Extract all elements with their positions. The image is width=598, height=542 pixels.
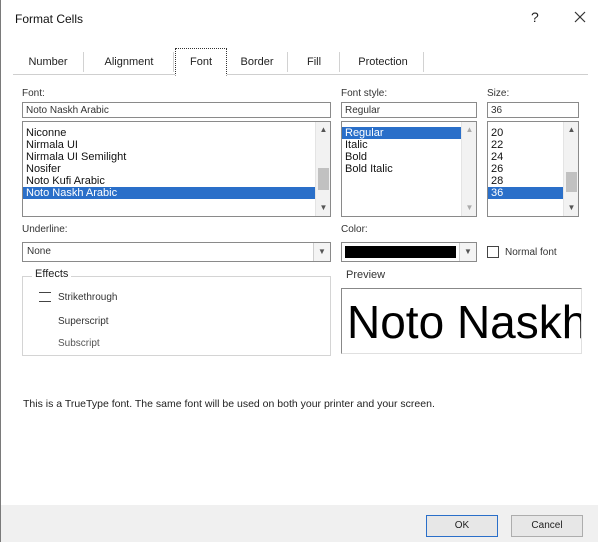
size-option-36[interactable]: 36 [488, 187, 563, 199]
font-option-noto-naskh-arabic[interactable]: Noto Naskh Arabic [23, 187, 315, 199]
font-list-scrollbar[interactable]: ▲ ▼ [315, 122, 330, 216]
underline-label: Underline: [22, 224, 68, 235]
close-button[interactable] [569, 6, 591, 28]
preview-sample-text: Noto Naskh Arabic [347, 296, 582, 348]
color-dropdown[interactable]: ▼ [341, 242, 477, 262]
normal-font-checkbox[interactable] [487, 246, 499, 258]
tab-alignment[interactable]: Alignment [85, 52, 174, 72]
scroll-up-icon[interactable]: ▲ [465, 126, 474, 134]
tab-fill[interactable]: Fill [289, 52, 340, 72]
preview-box: Noto Naskh Arabic [341, 288, 582, 354]
cancel-button[interactable]: Cancel [511, 515, 583, 537]
font-style-label: Font style: [341, 88, 388, 99]
superscript-label[interactable]: Superscript [58, 316, 109, 327]
underline-dropdown[interactable]: None ▼ [22, 242, 331, 262]
tab-protection[interactable]: Protection [343, 52, 424, 72]
preview-label: Preview [346, 269, 386, 281]
truetype-info-text: This is a TrueType font. The same font w… [23, 398, 435, 410]
font-style-option-regular[interactable]: Regular [342, 127, 461, 139]
strikethrough-label[interactable]: Strikethrough [58, 292, 117, 303]
close-icon [574, 11, 586, 23]
font-style-option-italic[interactable]: Italic [342, 139, 476, 151]
font-style-option-bold[interactable]: Bold [342, 151, 476, 163]
scroll-down-icon[interactable]: ▼ [465, 204, 474, 212]
font-style-option-bold-italic[interactable]: Bold Italic [342, 163, 476, 175]
format-cells-dialog: Format Cells ? Number Alignment Font Bor… [0, 0, 598, 542]
font-input[interactable] [22, 102, 331, 118]
ok-button[interactable]: OK [426, 515, 498, 537]
size-input[interactable] [487, 102, 579, 118]
help-button[interactable]: ? [531, 9, 539, 25]
tab-border[interactable]: Border [227, 52, 288, 72]
title-bar: Format Cells ? [1, 0, 598, 38]
size-listbox[interactable]: 20 22 24 26 28 36 ▲ ▼ [487, 121, 579, 217]
font-style-listbox[interactable]: Regular Italic Bold Bold Italic ▲ ▼ [341, 121, 477, 217]
font-option-niconne[interactable]: Niconne [23, 127, 330, 139]
effects-title: Effects [32, 268, 72, 280]
tab-font[interactable]: Font [175, 48, 227, 76]
dialog-footer: OK Cancel [1, 505, 598, 542]
scroll-thumb[interactable] [318, 168, 329, 190]
normal-font-label[interactable]: Normal font [505, 247, 557, 258]
tab-number[interactable]: Number [13, 52, 84, 72]
size-list-scrollbar[interactable]: ▲ ▼ [563, 122, 578, 216]
color-swatch [345, 246, 456, 258]
font-label: Font: [22, 88, 45, 99]
scroll-up-icon[interactable]: ▲ [319, 126, 328, 134]
strikethrough-checkbox[interactable] [39, 292, 51, 302]
font-listbox[interactable]: Niconne Nirmala UI Nirmala UI Semilight … [22, 121, 331, 217]
font-style-scrollbar[interactable]: ▲ ▼ [461, 122, 476, 216]
dialog-title: Format Cells [15, 12, 84, 26]
subscript-label[interactable]: Subscript [58, 338, 100, 349]
font-option-nirmala-ui[interactable]: Nirmala UI [23, 139, 330, 151]
scroll-down-icon[interactable]: ▼ [319, 204, 328, 212]
color-label: Color: [341, 224, 368, 235]
font-style-input[interactable] [341, 102, 477, 118]
tab-bar: Number Alignment Font Border Fill Protec… [13, 48, 588, 76]
font-option-noto-kufi-arabic[interactable]: Noto Kufi Arabic [23, 175, 330, 187]
scroll-down-icon[interactable]: ▼ [567, 204, 576, 212]
chevron-down-icon[interactable]: ▼ [313, 243, 330, 261]
font-option-nosifer[interactable]: Nosifer [23, 163, 330, 175]
size-label: Size: [487, 88, 510, 99]
chevron-down-icon[interactable]: ▼ [459, 243, 476, 261]
underline-value: None [27, 246, 51, 257]
scroll-thumb[interactable] [566, 172, 577, 192]
font-option-nirmala-ui-semilight[interactable]: Nirmala UI Semilight [23, 151, 330, 163]
scroll-up-icon[interactable]: ▲ [567, 126, 576, 134]
